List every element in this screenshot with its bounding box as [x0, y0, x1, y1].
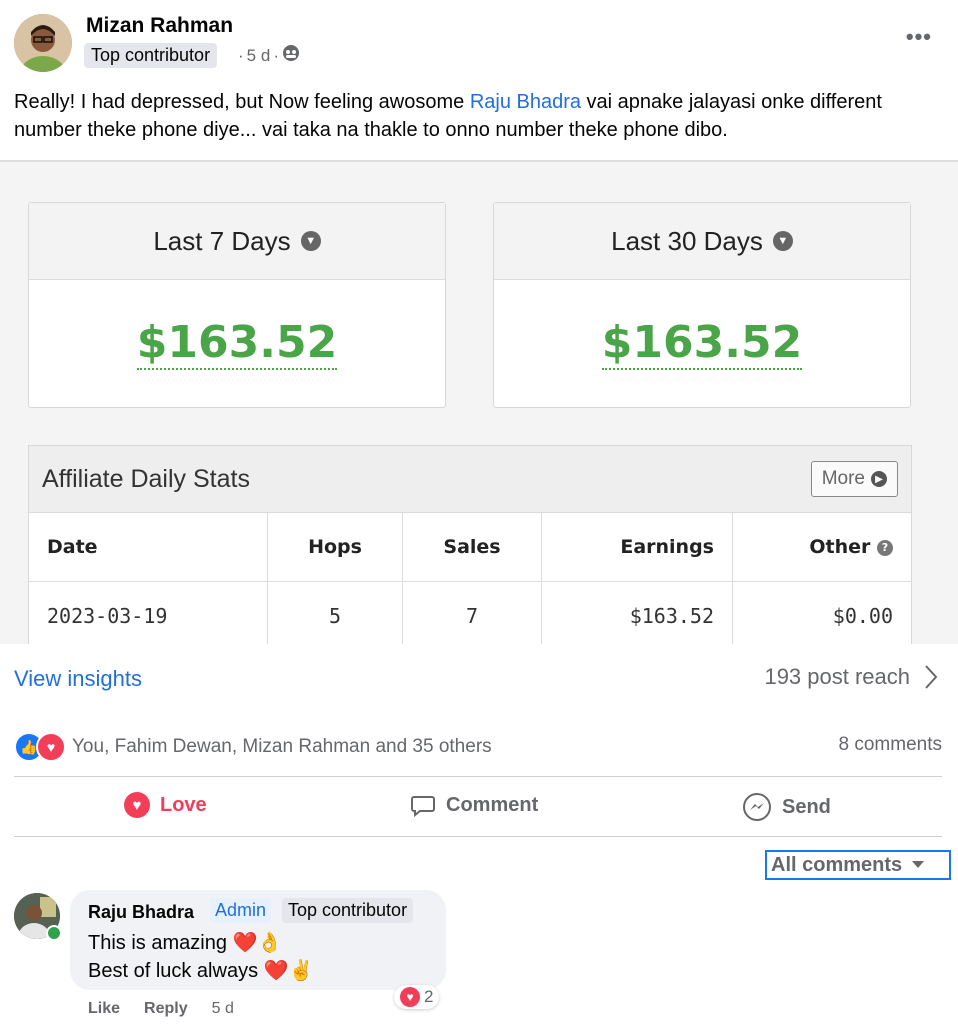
comment-like-button[interactable]: Like: [88, 1000, 120, 1018]
more-button: More ▶: [810, 461, 898, 497]
comment-text-line: Best of luck always ❤️✌️: [88, 960, 314, 982]
messenger-icon: [743, 793, 771, 821]
stats-table: Date Hops Sales Earnings Other ? 2023-03…: [29, 513, 911, 644]
card-value: $163.52: [29, 280, 445, 407]
header-earnings: Earnings: [541, 513, 733, 582]
view-insights-link[interactable]: View insights: [14, 666, 142, 692]
send-button[interactable]: Send: [742, 792, 831, 822]
post-reach[interactable]: 193 post reach: [764, 664, 938, 690]
earnings-value: $163.52: [136, 317, 338, 370]
table-title: Affiliate Daily Stats: [42, 464, 250, 493]
comments-filter-dropdown[interactable]: All comments: [765, 850, 951, 880]
earnings-value: $163.52: [601, 317, 803, 370]
header-sales: Sales: [402, 513, 542, 582]
chevron-right-icon: [925, 665, 938, 689]
card-value: $163.52: [494, 280, 910, 407]
meta-dot: ·: [273, 45, 279, 65]
comment-label: Comment: [446, 793, 539, 816]
comment-reply-button[interactable]: Reply: [144, 1000, 188, 1018]
table-row: 2023-03-19 5 7 $163.52 $0.00: [29, 581, 911, 644]
reactions-text: You, Fahim Dewan, Mizan Rahman and 35 ot…: [72, 736, 492, 757]
online-status-dot: [46, 925, 62, 941]
last-7-days-card: Last 7 Days ▼ $163.52: [28, 202, 446, 408]
post-author-name[interactable]: Mizan Rahman: [86, 14, 233, 38]
post-text: Really! I had depressed, but Now feeling…: [14, 88, 934, 144]
post-text-part: Really! I had depressed, but Now feeling…: [14, 91, 470, 113]
post-image[interactable]: Last 7 Days ▼ $163.52 Last 30 Days ▼ $16…: [0, 160, 958, 644]
love-button[interactable]: ♥ Love: [124, 792, 207, 818]
more-label: More: [821, 468, 865, 489]
card-title: Last 30 Days: [611, 225, 763, 256]
last-30-days-card: Last 30 Days ▼ $163.52: [493, 202, 911, 408]
header-date: Date: [29, 513, 268, 582]
table-title-bar: Affiliate Daily Stats More ▶: [29, 446, 911, 513]
help-icon: ?: [877, 539, 893, 556]
love-reaction-icon: ♥: [36, 732, 66, 762]
table-header-row: Date Hops Sales Earnings Other ?: [29, 513, 911, 582]
comment-button[interactable]: Comment: [410, 792, 538, 818]
post-time[interactable]: 5 d: [247, 46, 271, 66]
commenter-name[interactable]: Raju Bhadra: [88, 902, 194, 923]
header-other-cell: Other ?: [732, 513, 911, 582]
top-contributor-badge: Top contributor: [282, 898, 414, 923]
reaction-icons: 👍 ♥: [14, 732, 66, 762]
post-meta: · 5 d ·: [238, 44, 300, 67]
comment-text-line: This is amazing ❤️👌: [88, 932, 283, 954]
cell-earnings: $163.52: [541, 581, 733, 644]
love-label: Love: [160, 793, 207, 816]
card-title: Last 7 Days: [153, 225, 291, 256]
chevron-right-icon: ▶: [871, 471, 887, 487]
group-audience-icon: [282, 44, 300, 67]
affiliate-stats-table: Affiliate Daily Stats More ▶ Date Hops S…: [28, 445, 912, 644]
comments-filter-label: All comments: [771, 853, 903, 876]
meta-dot: ·: [238, 45, 244, 65]
reactions-summary[interactable]: 👍 ♥ You, Fahim Dewan, Mizan Rahman and 3…: [14, 732, 492, 762]
cell-date: 2023-03-19: [29, 581, 268, 644]
chevron-down-icon: ▼: [772, 231, 793, 251]
mention-link[interactable]: Raju Bhadra: [470, 91, 581, 113]
send-label: Send: [782, 795, 831, 818]
love-reaction-icon: ♥: [400, 987, 420, 1007]
comment-icon: [411, 796, 435, 818]
cell-other: $0.00: [732, 581, 911, 644]
card-header: Last 7 Days ▼: [29, 203, 445, 280]
comment-actions: Like Reply 5 d: [88, 1000, 234, 1018]
divider: [14, 776, 942, 777]
post-reach-text: 193 post reach: [764, 664, 910, 689]
header-other: Other: [809, 536, 871, 558]
comment-time[interactable]: 5 d: [212, 1000, 234, 1018]
comments-count[interactable]: 8 comments: [839, 734, 942, 756]
comment-reaction-count: 2: [424, 987, 434, 1006]
card-header: Last 30 Days ▼: [494, 203, 910, 280]
cell-sales: 7: [402, 581, 542, 644]
comment-reactions[interactable]: ♥ 2: [394, 985, 440, 1009]
author-avatar[interactable]: [14, 14, 72, 72]
admin-badge: Admin: [210, 898, 272, 923]
cell-hops: 5: [267, 581, 403, 644]
divider: [14, 836, 942, 837]
more-options-icon[interactable]: •••: [906, 24, 932, 50]
chevron-down-icon: ▼: [300, 231, 321, 251]
header-hops: Hops: [267, 513, 403, 582]
caret-down-icon: [912, 861, 925, 868]
heart-icon: ♥: [124, 792, 150, 818]
top-contributor-badge: Top contributor: [84, 43, 218, 68]
